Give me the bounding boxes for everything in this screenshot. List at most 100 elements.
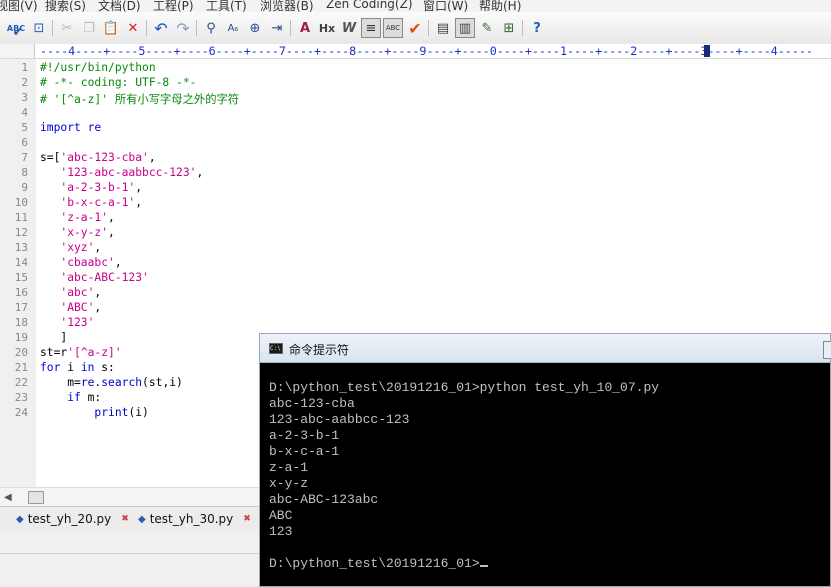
- line-number: 2: [21, 76, 28, 89]
- spellcheck-run-icon[interactable]: ✔: [8, 25, 28, 40]
- code-token: 'ABC': [60, 301, 95, 314]
- undo-icon[interactable]: ↶: [151, 18, 171, 38]
- code-token: 'abc': [60, 286, 95, 299]
- code-token: #!/usr/bin/python: [40, 61, 156, 74]
- menu-document[interactable]: 文档(D): [98, 0, 141, 12]
- view-split-icon[interactable]: ▥: [455, 18, 475, 38]
- tab-test-yh-30[interactable]: ◆ test_yh_30.py ✖: [138, 510, 251, 528]
- line-number: 19: [14, 331, 28, 344]
- menu-window[interactable]: 窗口(W): [423, 0, 468, 12]
- tab-label: test_yh_30.py: [149, 512, 234, 526]
- python-file-icon: ◆: [138, 513, 146, 525]
- find-in-files-icon[interactable]: ⊕: [245, 18, 265, 38]
- edit-icon[interactable]: ✎: [477, 18, 497, 38]
- menu-search[interactable]: 搜索(S): [45, 0, 86, 12]
- line-number: 20: [14, 346, 28, 359]
- find-icon[interactable]: ⚲: [201, 18, 221, 38]
- line-number: 22: [14, 376, 28, 389]
- window-icon[interactable]: ⊡: [29, 18, 49, 38]
- menu-help[interactable]: 帮助(H): [479, 0, 521, 12]
- help-icon[interactable]: ?: [527, 18, 547, 38]
- code-token: ,: [148, 151, 156, 164]
- code-token: s=[: [40, 151, 61, 164]
- copy-icon[interactable]: ❐: [79, 18, 99, 38]
- cmd-output-line: D:\python_test\20191216_01>: [269, 556, 659, 572]
- code-line: 'z-a-1',: [40, 211, 115, 224]
- menu-view[interactable]: 视图(V): [0, 0, 38, 12]
- scrollbar-thumb[interactable]: [28, 491, 44, 504]
- code-token: search: [101, 376, 143, 389]
- menu-project[interactable]: 工程(P): [153, 0, 194, 12]
- view-list-icon[interactable]: ▤: [433, 18, 453, 38]
- redo-icon[interactable]: ↷: [173, 18, 193, 38]
- code-line: # '[^a-z]' 所有小写字母之外的字符: [40, 91, 239, 107]
- cmd-title-bar[interactable]: C:\ 命令提示符: [260, 334, 831, 363]
- column-ruler: ----4----+----5----+----6----+----7----+…: [0, 44, 831, 59]
- toolbar-separator: [290, 20, 291, 36]
- line-number: 13: [14, 241, 28, 254]
- line-number: 1: [21, 61, 28, 74]
- word-wrap-icon[interactable]: ≡: [361, 18, 381, 38]
- line-number: 6: [21, 136, 28, 149]
- cmd-output-line: a-2-3-b-1: [269, 428, 340, 443]
- code-token: '123': [60, 316, 95, 329]
- code-token: 'cbaabc': [60, 256, 115, 269]
- minimize-button[interactable]: [823, 341, 831, 359]
- menu-bar: 视图(V) 搜索(S) 文档(D) 工程(P) 工具(T) 浏览器(B) Zen…: [0, 0, 831, 12]
- tab-label: test_yh_20.py: [27, 512, 112, 526]
- line-number: 8: [21, 166, 28, 179]
- code-token: 'a-2-3-b-1': [60, 181, 136, 194]
- cmd-output[interactable]: D:\python_test\20191216_01>python test_y…: [269, 380, 659, 572]
- cmd-output-line: z-a-1: [269, 460, 309, 475]
- tab-test-yh-20[interactable]: ◆ test_yh_20.py ✖: [16, 510, 129, 528]
- heading-icon[interactable]: Hx: [317, 18, 337, 38]
- code-token: ,: [94, 286, 102, 299]
- line-number: 18: [14, 316, 28, 329]
- code-token: ,: [94, 301, 102, 314]
- browser-icon[interactable]: ⊞: [499, 18, 519, 38]
- cmd-output-line: x-y-z: [269, 476, 309, 491]
- menu-tools[interactable]: 工具(T): [206, 0, 247, 12]
- close-tab-icon[interactable]: ✖: [243, 514, 251, 524]
- menu-zen-coding[interactable]: Zen Coding(Z): [326, 0, 413, 11]
- text-cursor: [479, 565, 488, 567]
- code-token: 'x-y-z': [60, 226, 109, 239]
- goto-line-icon[interactable]: ⇥: [267, 18, 287, 38]
- checkmark-icon[interactable]: ✔: [405, 18, 425, 38]
- code-line: import re: [40, 121, 101, 134]
- replace-icon[interactable]: A₆: [223, 18, 243, 38]
- code-token: ,: [108, 211, 115, 224]
- code-token: in: [80, 361, 95, 374]
- italic-w-icon[interactable]: W: [339, 18, 359, 38]
- code-line: #!/usr/bin/python: [40, 61, 156, 74]
- code-line: 'cbaabc',: [40, 256, 122, 269]
- command-prompt-window[interactable]: C:\ 命令提示符 D:\python_test\20191216_01>pyt…: [259, 333, 831, 587]
- cut-icon[interactable]: ✂: [57, 18, 77, 38]
- code-token: '123-abc-aabbcc-123': [60, 166, 197, 179]
- toolbar-separator: [428, 20, 429, 36]
- code-line: 'abc',: [40, 286, 101, 299]
- close-tab-icon[interactable]: ✖: [121, 514, 129, 524]
- horizontal-scrollbar[interactable]: ◀: [0, 487, 260, 506]
- code-token: if: [67, 391, 81, 404]
- code-token: re: [80, 376, 95, 389]
- code-line: if m:: [40, 391, 101, 404]
- code-token: 'z-a-1': [60, 211, 109, 224]
- code-token: ,: [114, 256, 122, 269]
- scroll-left-icon[interactable]: ◀: [4, 492, 12, 503]
- ruler-marks: ----4----+----5----+----6----+----7----+…: [40, 44, 813, 58]
- menu-browser[interactable]: 浏览器(B): [260, 0, 314, 12]
- cmd-output-line: b-x-c-a-1: [269, 444, 340, 459]
- delete-icon[interactable]: ✕: [123, 18, 143, 38]
- spell-toggle-icon[interactable]: ABC: [383, 18, 403, 38]
- paste-icon[interactable]: 📋: [101, 18, 121, 38]
- ruler-left-margin: [0, 44, 35, 58]
- code-token: ,: [94, 241, 102, 254]
- code-token: '[^a-z]': [67, 346, 122, 359]
- font-icon[interactable]: A: [295, 18, 315, 38]
- code-token: ]: [40, 331, 68, 344]
- code-line: 'a-2-3-b-1',: [40, 181, 142, 194]
